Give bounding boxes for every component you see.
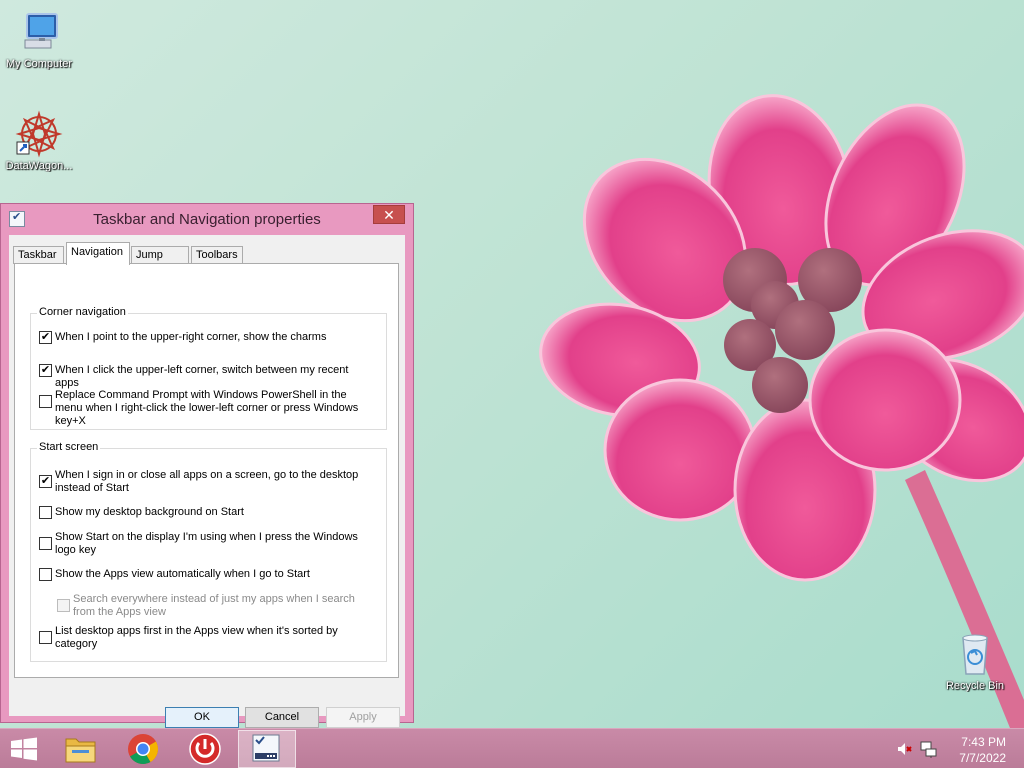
folder-icon [65, 738, 96, 763]
desktop-icon-label: DataWagon... [5, 160, 73, 172]
start-screen-group: Start screen ✔ When I sign in or close a… [30, 441, 387, 662]
checkbox[interactable] [39, 395, 52, 408]
desktop-icon-label: My Computer [5, 58, 73, 70]
tab-taskbar[interactable]: Taskbar [13, 246, 64, 264]
group-legend: Start screen [37, 441, 101, 453]
dialog-title: Taskbar and Navigation properties [93, 211, 321, 228]
tab-jump-lists[interactable]: Jump Lists [131, 246, 189, 278]
start-button[interactable] [0, 730, 58, 768]
taskbar-properties-button[interactable] [238, 730, 296, 768]
checkbox[interactable] [39, 568, 52, 581]
power-app-button[interactable] [176, 730, 234, 768]
option-label: When I point to the upper-right corner, … [55, 331, 327, 343]
option-label: Search everywhere instead of just my app… [73, 593, 355, 618]
file-explorer-button[interactable] [52, 730, 110, 768]
chrome-icon [128, 734, 159, 765]
checkbox[interactable]: ✔ [39, 475, 52, 488]
corner-navigation-group: Corner navigation ✔ When I point to the … [30, 306, 387, 430]
recycle-bin-icon [951, 630, 999, 678]
checkbox [57, 599, 70, 612]
close-button[interactable]: ✕ [373, 205, 405, 224]
option-label: Replace Command Prompt with Windows Powe… [55, 389, 359, 427]
apply-button[interactable]: Apply [326, 707, 400, 728]
datawagon-icon [15, 110, 63, 158]
checkbox[interactable]: ✔ [39, 364, 52, 377]
windows-logo-icon [11, 737, 37, 761]
option-label: Show the Apps view automatically when I … [55, 568, 310, 580]
desktop-icon-my-computer[interactable]: My Computer [0, 8, 79, 70]
option-label: Show my desktop background on Start [55, 506, 244, 518]
tab-navigation[interactable]: Navigation [66, 242, 130, 265]
dialog-client-area: Taskbar Navigation Jump Lists Toolbars C… [9, 235, 405, 728]
ok-button[interactable]: OK [165, 707, 239, 728]
properties-icon [252, 734, 280, 762]
desktop-icon-datawagon[interactable]: DataWagon... [0, 110, 79, 172]
cancel-button[interactable]: Cancel [245, 707, 319, 728]
dialog-titlebar[interactable]: Taskbar and Navigation properties ✕ [1, 204, 413, 234]
group-legend: Corner navigation [37, 306, 128, 318]
checkbox[interactable] [39, 537, 52, 550]
navigation-tab-panel: Corner navigation ✔ When I point to the … [14, 263, 399, 678]
checkbox[interactable] [39, 631, 52, 644]
computer-icon [15, 8, 63, 56]
option-label: List desktop apps first in the Apps view… [55, 625, 338, 650]
checkbox[interactable]: ✔ [39, 331, 52, 344]
desktop-icon-label: Recycle Bin [945, 680, 1005, 692]
power-icon [189, 733, 221, 765]
option-label: When I click the upper-left corner, swit… [55, 364, 349, 389]
taskbar-clock[interactable]: 7:43 PM 7/7/2022 [959, 734, 1006, 766]
clock-time: 7:43 PM [961, 735, 1006, 749]
option-label: When I sign in or close all apps on a sc… [55, 469, 359, 494]
desktop-icon-recycle-bin[interactable]: Recycle Bin [935, 630, 1015, 692]
checkbox[interactable] [39, 506, 52, 519]
option-label: Show Start on the display I'm using when… [55, 531, 358, 556]
network-icon[interactable] [920, 740, 938, 761]
chrome-button[interactable] [114, 730, 172, 768]
clock-date: 7/7/2022 [959, 751, 1006, 765]
taskbar-navigation-properties-dialog: Taskbar and Navigation properties ✕ Task… [0, 203, 414, 728]
volume-muted-icon[interactable] [896, 741, 912, 760]
tab-toolbars[interactable]: Toolbars [191, 246, 243, 264]
taskbar: 7:43 PM 7/7/2022 [0, 728, 1024, 768]
